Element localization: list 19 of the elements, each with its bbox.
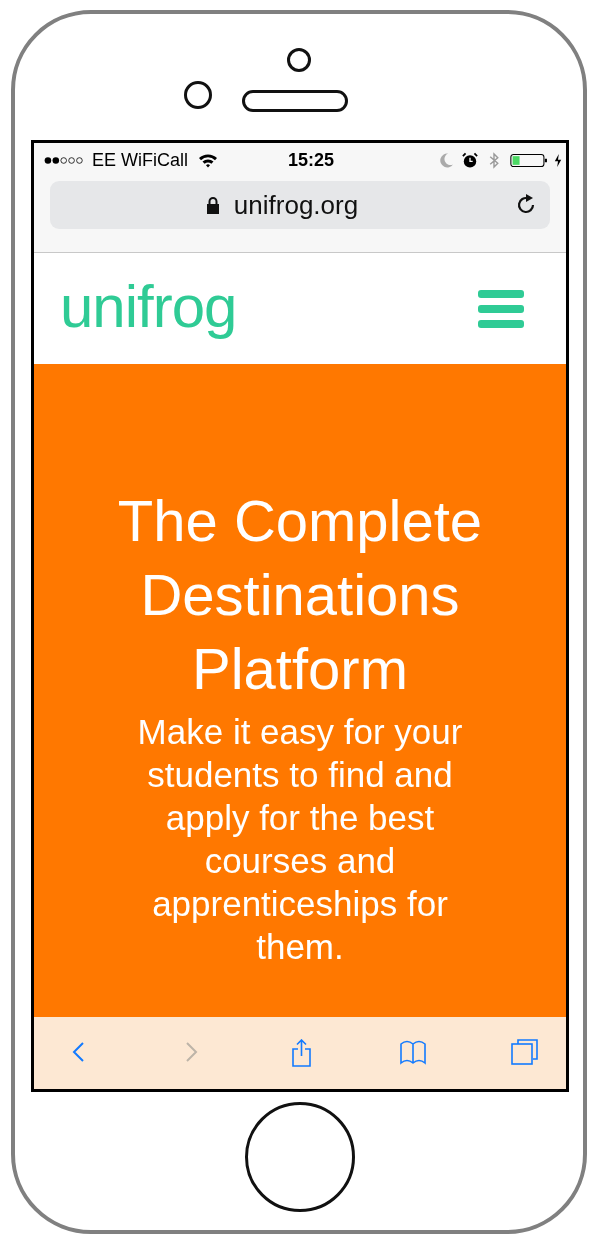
home-button[interactable] <box>245 1102 355 1212</box>
speaker-icon <box>242 90 348 112</box>
hero-subtitle: Make it easy for your students to find and apply for the best courses and apprenticeships for them. <box>136 711 464 968</box>
clock-time: 15:25 <box>287 149 334 171</box>
signal-icon <box>44 155 86 165</box>
tabs-icon[interactable] <box>510 1039 538 1067</box>
alarm-clock-icon <box>462 151 478 169</box>
wifi-icon <box>198 152 218 168</box>
address-bar[interactable]: unifrog.org <box>50 181 550 229</box>
carrier-name: EE WiFiCall <box>92 149 188 171</box>
charging-icon <box>554 152 562 168</box>
menu-icon[interactable] <box>478 289 524 328</box>
battery-icon <box>510 151 550 169</box>
camera-icon <box>287 48 311 72</box>
sensor-icon <box>184 81 212 109</box>
url-text: unifrog.org <box>233 189 359 221</box>
book-icon[interactable] <box>399 1039 427 1067</box>
moon-icon <box>438 151 454 169</box>
hero-title: The Complete Destinations Platform <box>116 487 484 703</box>
